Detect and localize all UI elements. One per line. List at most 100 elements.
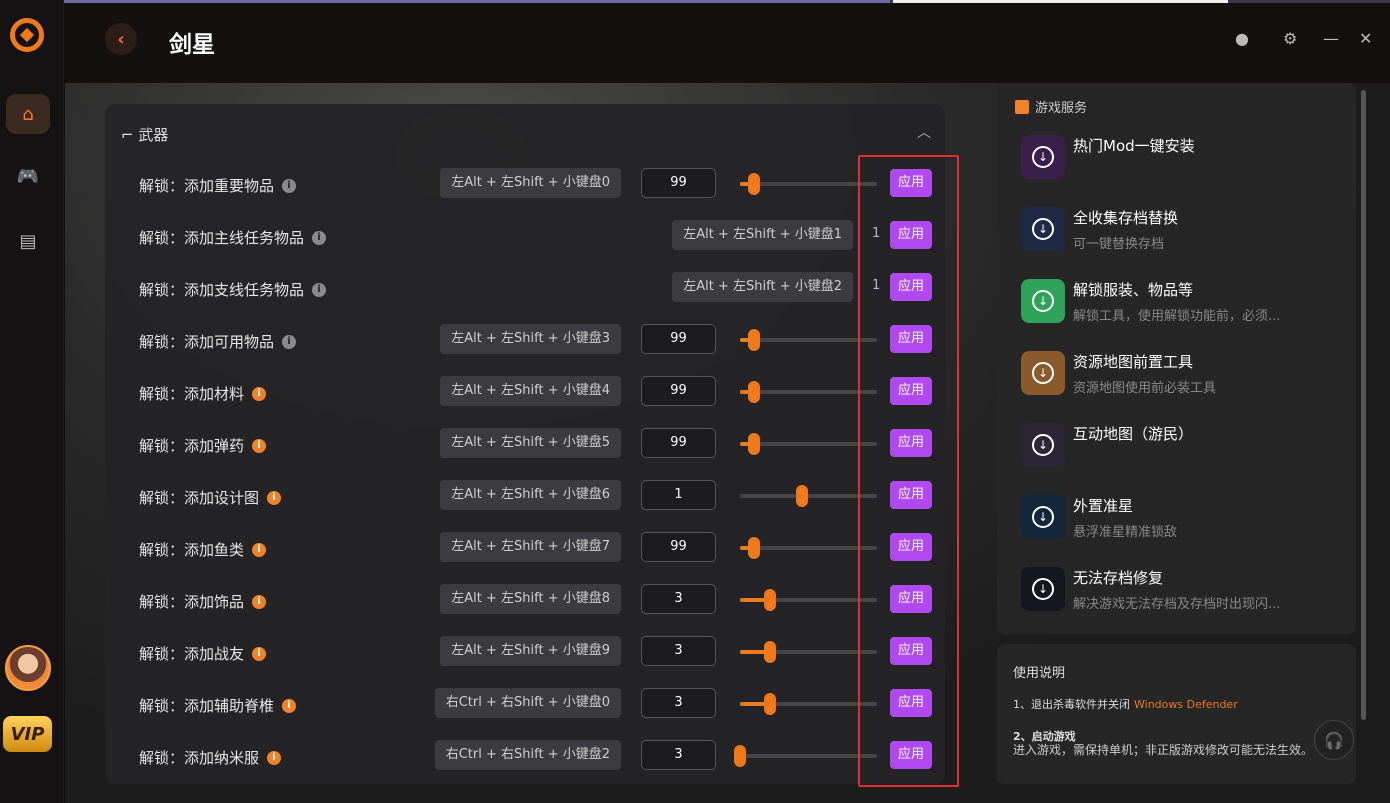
title-bar: ‹ 剑星 ● ⚙ — ✕ — [65, 3, 1390, 83]
hotkey-badge[interactable]: 左Alt + 左Shift + 小键盘5 — [440, 428, 621, 458]
info-icon[interactable]: i — [267, 750, 282, 765]
value-input[interactable]: 3 — [641, 688, 716, 718]
cheat-row: 解锁：添加辅助脊椎 i 右Ctrl + 右Shift + 小键盘0 3 应用 — [105, 684, 945, 724]
value-slider[interactable] — [740, 173, 877, 195]
service-item[interactable]: ↓ 热门Mod一键安装 — [1021, 135, 1351, 195]
slider-knob[interactable] — [734, 745, 746, 767]
service-icon: ↓ — [1021, 279, 1065, 323]
slider-knob[interactable] — [747, 537, 760, 559]
value-input[interactable]: 99 — [641, 168, 716, 198]
service-icon: ↓ — [1021, 567, 1065, 611]
info-icon[interactable]: i — [252, 594, 267, 609]
value-input[interactable]: 3 — [641, 636, 716, 666]
service-icon: ↓ — [1021, 423, 1065, 467]
service-item[interactable]: ↓ 外置准星 悬浮准星精准锁敌 — [1021, 495, 1351, 555]
section-header[interactable]: ⌐ 武器 — [121, 124, 168, 145]
service-item[interactable]: ↓ 互动地图（游民） — [1021, 423, 1351, 483]
value-slider[interactable] — [740, 589, 877, 611]
service-name: 资源地图前置工具 — [1073, 353, 1194, 371]
hotkey-badge[interactable]: 左Alt + 左Shift + 小键盘0 — [440, 168, 621, 198]
hotkey-badge[interactable]: 右Ctrl + 右Shift + 小键盘0 — [434, 688, 621, 718]
back-button[interactable]: ‹ — [105, 23, 137, 55]
sidebar-games-button[interactable]: 🎮 — [6, 156, 50, 196]
cheat-row: 解锁：添加材料 i 左Alt + 左Shift + 小键盘4 99 应用 — [105, 372, 945, 412]
slider-knob[interactable] — [764, 693, 777, 715]
value-input[interactable]: 3 — [641, 740, 716, 770]
sidebar-toolbox-button[interactable]: ▤ — [6, 221, 50, 261]
hotkey-badge[interactable]: 左Alt + 左Shift + 小键盘1 — [672, 220, 853, 250]
hotkey-badge[interactable]: 左Alt + 左Shift + 小键盘2 — [672, 272, 853, 302]
value-slider[interactable] — [740, 329, 877, 351]
service-item[interactable]: ↓ 解锁服装、物品等 解锁工具，使用解锁功能前，必须... — [1021, 279, 1351, 339]
service-item[interactable]: ↓ 全收集存档替换 可一键替换存档 — [1021, 207, 1351, 267]
slider-knob[interactable] — [764, 589, 777, 611]
info-icon[interactable]: i — [312, 230, 327, 245]
sidebar-home-button[interactable]: ⌂ — [6, 94, 50, 134]
download-icon: ↓ — [1032, 506, 1054, 528]
info-icon[interactable]: i — [252, 386, 267, 401]
info-icon[interactable]: i — [252, 646, 267, 661]
cheat-label: 解锁：添加饰品 i — [139, 591, 267, 612]
slider-knob[interactable] — [747, 329, 760, 351]
notification-icon[interactable]: ● — [1235, 29, 1249, 48]
hotkey-badge[interactable]: 右Ctrl + 右Shift + 小键盘2 — [434, 740, 621, 770]
cheat-label-text: 解锁：添加设计图 — [139, 489, 260, 507]
hotkey-badge[interactable]: 左Alt + 左Shift + 小键盘6 — [440, 480, 621, 510]
vip-badge[interactable]: VIP — [3, 716, 52, 752]
settings-icon[interactable]: ⚙ — [1283, 29, 1297, 48]
download-icon: ↓ — [1032, 578, 1054, 600]
support-button[interactable]: 🎧 — [1314, 720, 1354, 760]
section-title: 武器 — [138, 126, 169, 144]
slider-knob[interactable] — [747, 433, 760, 455]
value-input[interactable]: 99 — [641, 532, 716, 562]
hotkey-badge[interactable]: 左Alt + 左Shift + 小键盘3 — [440, 324, 621, 354]
hotkey-badge[interactable]: 左Alt + 左Shift + 小键盘8 — [440, 584, 621, 614]
value-input[interactable]: 99 — [641, 428, 716, 458]
game-services-card: 游戏服务 ↓ 热门Mod一键安装 ↓ 全收集存档替换 可一键替换存档 ↓ 解锁服装、物品等解… — [997, 83, 1356, 634]
service-icon: ↓ — [1021, 207, 1065, 251]
info-icon[interactable]: i — [252, 438, 267, 453]
close-button[interactable]: ✕ — [1359, 29, 1372, 48]
cheat-label: 解锁：添加鱼类 i — [139, 539, 267, 560]
info-icon[interactable]: i — [282, 334, 297, 349]
value-input[interactable]: 1 — [641, 480, 716, 510]
slider-knob[interactable] — [747, 381, 760, 403]
value-input[interactable]: 99 — [641, 324, 716, 354]
value-input[interactable]: 3 — [641, 584, 716, 614]
info-icon[interactable]: i — [282, 178, 297, 193]
value-slider[interactable] — [740, 433, 877, 455]
hotkey-badge[interactable]: 左Alt + 左Shift + 小键盘9 — [440, 636, 621, 666]
hotkey-badge[interactable]: 左Alt + 左Shift + 小键盘4 — [440, 376, 621, 406]
hotkey-badge[interactable]: 左Alt + 左Shift + 小键盘7 — [440, 532, 621, 562]
cheat-row: 解锁：添加设计图 i 左Alt + 左Shift + 小键盘6 1 应用 — [105, 476, 945, 516]
cheat-row: 解锁：添加鱼类 i 左Alt + 左Shift + 小键盘7 99 应用 — [105, 528, 945, 568]
slider-knob[interactable] — [764, 641, 777, 663]
value-slider[interactable] — [740, 381, 877, 403]
cheat-label: 解锁：添加材料 i — [139, 383, 267, 404]
minimize-button[interactable]: — — [1323, 29, 1339, 48]
service-desc: 资源地图使用前必装工具 — [1073, 381, 1217, 396]
value-slider[interactable] — [734, 745, 877, 767]
value-input[interactable]: 99 — [641, 376, 716, 406]
info-icon[interactable]: i — [267, 490, 282, 505]
value-slider[interactable] — [740, 693, 877, 715]
cheat-label-text: 解锁：添加鱼类 — [139, 541, 245, 559]
right-scrollbar[interactable] — [1361, 90, 1366, 720]
value-slider[interactable] — [740, 641, 877, 663]
service-desc: 解决游戏无法存档及存档时出现闪... — [1073, 597, 1281, 612]
user-avatar[interactable] — [5, 645, 51, 691]
cheat-row: 解锁：添加重要物品 i 左Alt + 左Shift + 小键盘0 99 应用 — [105, 164, 945, 204]
cheat-row: 解锁：添加纳米服 i 右Ctrl + 右Shift + 小键盘2 3 应用 — [105, 736, 945, 776]
info-icon[interactable]: i — [282, 698, 297, 713]
cheat-label: 解锁：添加战友 i — [139, 643, 267, 664]
value-slider[interactable] — [740, 485, 877, 507]
service-item[interactable]: ↓ 资源地图前置工具 资源地图使用前必装工具 — [1021, 351, 1351, 411]
slider-knob[interactable] — [795, 485, 808, 507]
cheat-label-text: 解锁：添加材料 — [139, 385, 245, 403]
value-slider[interactable] — [740, 537, 877, 559]
slider-knob[interactable] — [747, 173, 760, 195]
service-item[interactable]: ↓ 无法存档修复 解决游戏无法存档及存档时出现闪... — [1021, 567, 1351, 627]
info-icon[interactable]: i — [312, 282, 327, 297]
info-icon[interactable]: i — [252, 542, 267, 557]
collapse-chevron-icon[interactable]: ︿ — [917, 122, 931, 142]
